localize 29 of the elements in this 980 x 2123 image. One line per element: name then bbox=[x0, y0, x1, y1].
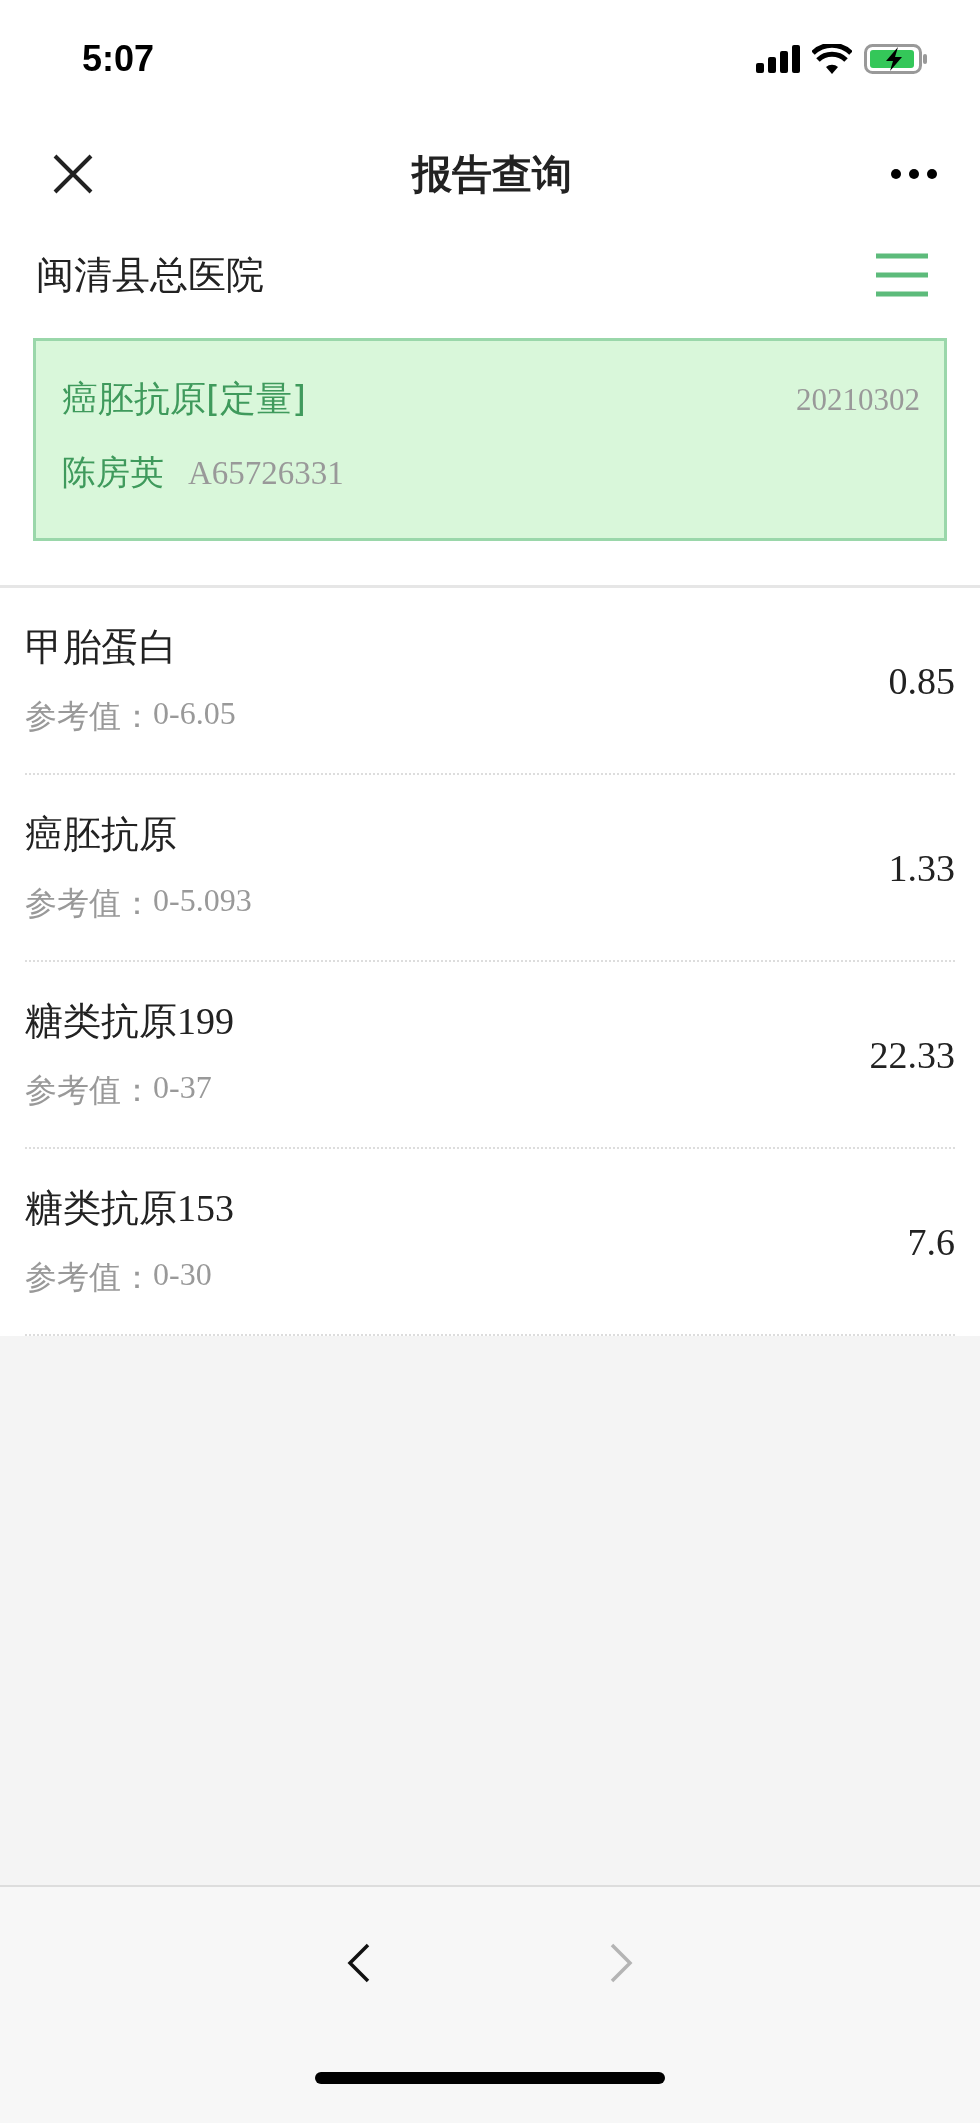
reference-label: 参考值： bbox=[25, 883, 153, 924]
patient-id: A65726331 bbox=[188, 454, 344, 492]
reference-range: 0-5.093 bbox=[153, 882, 252, 920]
report-date: 20210302 bbox=[796, 381, 920, 418]
test-name: 甲胎蛋白 bbox=[25, 625, 178, 670]
reference-label: 参考值： bbox=[25, 696, 153, 737]
battery-icon bbox=[864, 44, 928, 74]
result-value: 7.6 bbox=[907, 1219, 955, 1264]
test-name: 糖类抗原199 bbox=[25, 999, 234, 1044]
result-value: 22.33 bbox=[869, 1032, 955, 1077]
reference-range: 0-6.05 bbox=[153, 695, 236, 733]
patient-name: 陈房英 bbox=[62, 451, 164, 494]
report-card[interactable]: 癌胚抗原[定量] 20210302 陈房英 A65726331 bbox=[33, 338, 947, 541]
status-time: 5:07 bbox=[82, 38, 155, 80]
reference-range: 0-37 bbox=[153, 1069, 212, 1107]
close-icon[interactable] bbox=[52, 153, 94, 195]
reference-range: 0-30 bbox=[153, 1256, 212, 1294]
more-icon[interactable] bbox=[890, 168, 938, 180]
hospital-name: 闽清县总医院 bbox=[36, 251, 264, 299]
page-title: 报告查询 bbox=[412, 149, 572, 199]
signal-icon bbox=[756, 45, 800, 73]
test-name: 糖类抗原153 bbox=[25, 1186, 234, 1231]
report-title: 癌胚抗原[定量] bbox=[62, 377, 307, 421]
test-name: 癌胚抗原 bbox=[25, 812, 178, 857]
reference-label: 参考值： bbox=[25, 1070, 153, 1111]
result-value: 0.85 bbox=[888, 658, 955, 703]
result-value: 1.33 bbox=[888, 845, 955, 890]
reference-label: 参考值： bbox=[25, 1257, 153, 1298]
wifi-icon bbox=[812, 44, 852, 74]
